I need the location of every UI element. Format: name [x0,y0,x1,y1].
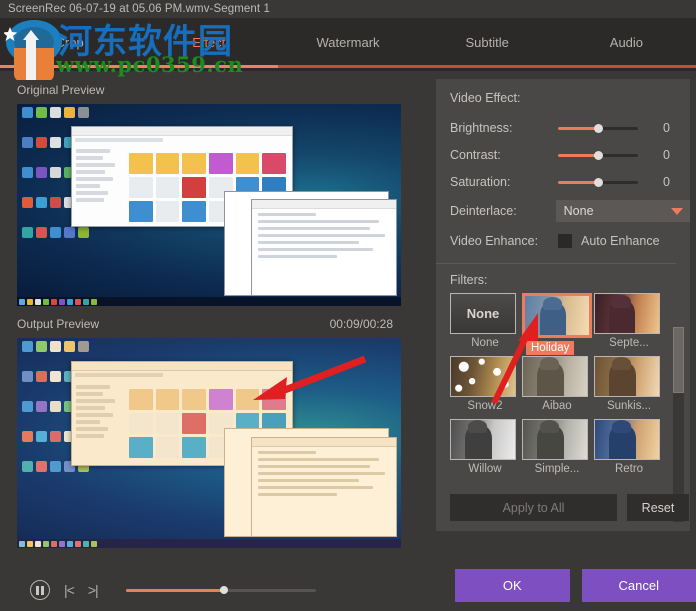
auto-enhance-checkbox[interactable] [558,234,572,248]
document-window-front-filtered [251,436,398,538]
tab-bar-underline [278,65,696,68]
brightness-row: Brightness: 0 [450,116,690,140]
dialog-buttons: OK Cancel [430,569,696,602]
filter-item-simple[interactable]: Simple... [522,419,592,482]
filter-name-sunkis: Sunkis... [606,400,652,412]
chevron-down-icon [671,207,683,215]
filter-item-snow2[interactable]: Snow2 [450,356,520,419]
filter-thumb-septe [594,293,660,334]
main-content: Original Preview Output Preview 00:09/00… [0,71,696,611]
filter-name-snow2: Snow2 [467,400,503,412]
original-preview-label: Original Preview [17,83,105,97]
saturation-fill [558,181,598,184]
panel-divider [436,263,676,264]
filter-name-septe: Septe... [609,337,649,349]
preview-column: Original Preview Output Preview 00:09/00… [0,71,430,611]
settings-column: Video Effect: Brightness: 0 Contrast: 0 [430,71,696,611]
filter-name-none: None [471,337,499,349]
seek-fill [125,589,225,592]
filter-item-willow[interactable]: Willow [450,419,520,482]
cancel-button[interactable]: Cancel [581,569,696,602]
saturation-handle[interactable] [593,177,603,187]
auto-enhance-label: Auto Enhance [581,234,660,248]
output-preview-header: Output Preview 00:09/00:28 [17,315,415,333]
ok-button[interactable]: OK [455,569,570,602]
original-preview-header: Original Preview [17,81,415,99]
filter-item-aibao[interactable]: Aibao [522,356,592,419]
filters-scrollbar[interactable] [673,327,684,522]
filters-grid: None None Holiday Septe... Snow2 Aibao S… [450,293,690,482]
pause-button[interactable] [30,580,50,600]
effect-panel: Video Effect: Brightness: 0 Contrast: 0 [436,79,690,531]
seek-handle[interactable] [220,586,229,594]
output-preview-video[interactable] [17,338,401,548]
deinterlace-label: Deinterlace: [450,204,517,218]
filter-thumb-snow2 [450,356,516,397]
filter-thumb-none: None [450,293,516,334]
filter-thumb-holiday [522,293,592,338]
filter-name-simple: Simple... [534,463,580,475]
filter-thumb-aibao [522,356,588,397]
saturation-value: 0 [663,175,670,189]
contrast-value: 0 [663,148,670,162]
filters-section: Filters: None None Holiday Septe... Snow… [450,273,690,482]
deinterlace-select[interactable]: None [555,200,690,222]
filter-item-sunkis[interactable]: Sunkis... [594,356,664,419]
filter-thumb-simple [522,419,588,460]
tab-audio[interactable]: Audio [557,18,696,68]
windows-taskbar [17,297,401,306]
saturation-slider[interactable] [558,175,638,189]
filters-label: Filters: [450,273,488,287]
output-preview-label: Output Preview [17,317,100,331]
contrast-slider[interactable] [558,148,638,162]
tab-watermark[interactable]: Watermark [278,18,417,68]
reset-button[interactable]: Reset [627,494,689,521]
windows-taskbar-filtered [17,539,401,548]
document-window-front [251,198,398,296]
filter-thumb-sunkis [594,356,660,397]
filter-thumb-retro [594,419,660,460]
playback-controls: |< >| [0,569,430,611]
original-preview-video[interactable] [17,104,401,306]
contrast-label: Contrast: [450,148,501,162]
tab-bar: Crop Effect Watermark Subtitle Audio [0,18,696,68]
brightness-slider[interactable] [558,121,638,135]
tab-crop[interactable]: Crop [0,18,139,68]
filter-item-septe[interactable]: Septe... [594,293,664,356]
filter-name-willow: Willow [468,463,502,475]
filter-thumb-willow [450,419,516,460]
deinterlace-value: None [563,204,594,218]
saturation-row: Saturation: 0 [450,170,690,194]
filter-item-retro[interactable]: Retro [594,419,664,482]
saturation-label: Saturation: [450,175,511,189]
contrast-row: Contrast: 0 [450,143,690,167]
brightness-handle[interactable] [593,123,603,133]
filter-item-holiday[interactable]: Holiday [522,293,592,356]
video-enhance-label: Video Enhance: [450,234,539,248]
panel-action-buttons: Apply to All Reset [450,494,689,521]
brightness-label: Brightness: [450,121,513,135]
filters-scrollbar-thumb[interactable] [673,327,684,393]
filter-name-aibao: Aibao [542,400,572,412]
brightness-value: 0 [663,121,670,135]
brightness-fill [558,127,598,130]
contrast-handle[interactable] [593,150,603,160]
tab-effect[interactable]: Effect [139,18,278,68]
video-enhance-row: Video Enhance: Auto Enhance [450,228,690,254]
video-effect-label: Video Effect: [450,91,521,105]
title-bar: ScreenRec 06-07-19 at 05.06 PM.wmv-Segme… [0,0,696,18]
filter-name-holiday: Holiday [526,341,575,355]
filter-item-none[interactable]: None None [450,293,520,356]
timecode: 00:09/00:28 [329,317,393,331]
seek-slider[interactable] [125,583,316,597]
active-tab-underline [0,65,278,68]
deinterlace-row: Deinterlace: None [450,197,690,225]
tab-subtitle[interactable]: Subtitle [418,18,557,68]
previous-frame-button[interactable]: |< [64,582,75,598]
filter-name-retro: Retro [614,463,644,475]
next-frame-button[interactable]: >| [88,582,99,598]
contrast-fill [558,154,598,157]
apply-to-all-button[interactable]: Apply to All [450,494,617,521]
window-title: ScreenRec 06-07-19 at 05.06 PM.wmv-Segme… [8,3,270,15]
